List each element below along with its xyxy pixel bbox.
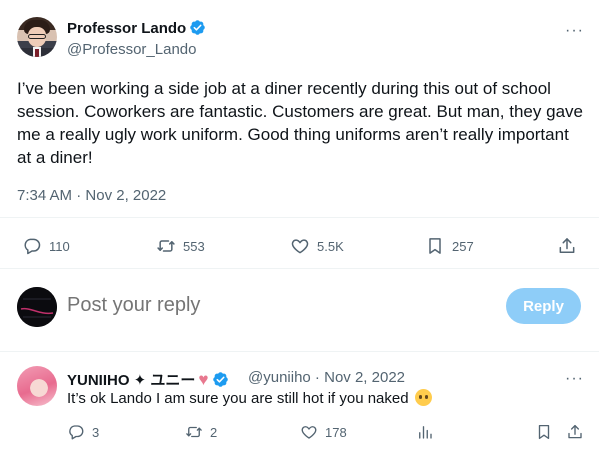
reply-input[interactable] <box>67 294 467 317</box>
author-name-text[interactable]: Professor Lando <box>67 20 186 37</box>
reply-repost-count: 2 <box>210 424 218 440</box>
like-count: 5.5K <box>317 238 344 254</box>
reply-like-count: 178 <box>325 424 347 440</box>
divider <box>0 351 599 352</box>
reply-button[interactable]: 110 <box>22 236 70 256</box>
repost-icon <box>186 426 202 438</box>
bookmark-count: 257 <box>452 238 474 254</box>
author-name[interactable]: Professor Lando <box>67 19 206 37</box>
like-button[interactable]: 5.5K <box>290 236 344 256</box>
verified-badge-icon <box>212 372 228 387</box>
reply-more-icon[interactable]: ··· <box>565 370 584 388</box>
reply-text: It’s ok Lando I am sure you are still ho… <box>67 389 432 407</box>
reply-repost-button[interactable]: 2 <box>185 423 217 441</box>
like-icon <box>301 426 317 439</box>
reply-author-handle[interactable]: @yuniiho · Nov 2, 2022 <box>248 369 405 386</box>
repost-button[interactable]: 553 <box>156 236 205 256</box>
reply-text-body: It’s ok Lando I am sure you are still ho… <box>67 390 409 407</box>
reply-bookmark-button[interactable] <box>535 423 553 441</box>
share-icon <box>568 424 582 439</box>
bookmark-icon <box>538 424 550 440</box>
reply-author-name[interactable]: YUNIIHO ✦ ユニー ♥ <box>67 369 229 390</box>
share-icon <box>559 238 575 253</box>
share-button[interactable] <box>557 236 577 256</box>
heart-emoji-icon: ♥ <box>198 369 209 389</box>
repost-icon <box>157 240 175 252</box>
author-handle[interactable]: @Professor_Lando <box>67 41 196 58</box>
reply-separator: · <box>310 369 325 386</box>
divider <box>0 217 599 218</box>
repost-count: 553 <box>183 238 205 254</box>
reply-icon <box>69 425 84 440</box>
reply-author-name-text[interactable]: YUNIIHO ✦ ユニー <box>67 369 195 390</box>
current-user-avatar[interactable] <box>17 287 57 327</box>
reply-reply-button[interactable]: 3 <box>67 423 99 441</box>
reply-date[interactable]: Nov 2, 2022 <box>324 369 405 386</box>
reply-count: 110 <box>49 238 70 254</box>
divider <box>0 268 599 269</box>
more-icon[interactable]: ··· <box>565 22 584 40</box>
reply-views-button[interactable] <box>416 423 434 441</box>
tweet-date[interactable]: Nov 2, 2022 <box>85 187 166 204</box>
reply-like-button[interactable]: 178 <box>300 423 347 441</box>
like-icon <box>291 239 309 254</box>
reply-handle-text[interactable]: @yuniiho <box>248 369 311 386</box>
pleading-face-emoji-icon <box>414 389 432 406</box>
tweet-time[interactable]: 7:34 AM <box>17 187 72 204</box>
reply-icon <box>24 238 41 255</box>
meta-separator: · <box>72 187 86 204</box>
tweet-text: I’ve been working a side job at a diner … <box>17 79 583 167</box>
reply-reply-count: 3 <box>92 424 100 440</box>
reply-author-avatar[interactable] <box>17 366 57 406</box>
bookmark-icon <box>429 238 441 254</box>
tweet-timestamp[interactable]: 7:34 AM · Nov 2, 2022 <box>17 187 166 204</box>
reply-submit-button[interactable]: Reply <box>506 288 581 324</box>
views-icon <box>419 426 432 439</box>
verified-badge-icon <box>190 20 205 35</box>
avatar-graphic <box>17 287 57 327</box>
reply-share-button[interactable] <box>566 423 584 441</box>
bookmark-button[interactable]: 257 <box>425 236 474 256</box>
author-avatar[interactable] <box>17 17 57 57</box>
